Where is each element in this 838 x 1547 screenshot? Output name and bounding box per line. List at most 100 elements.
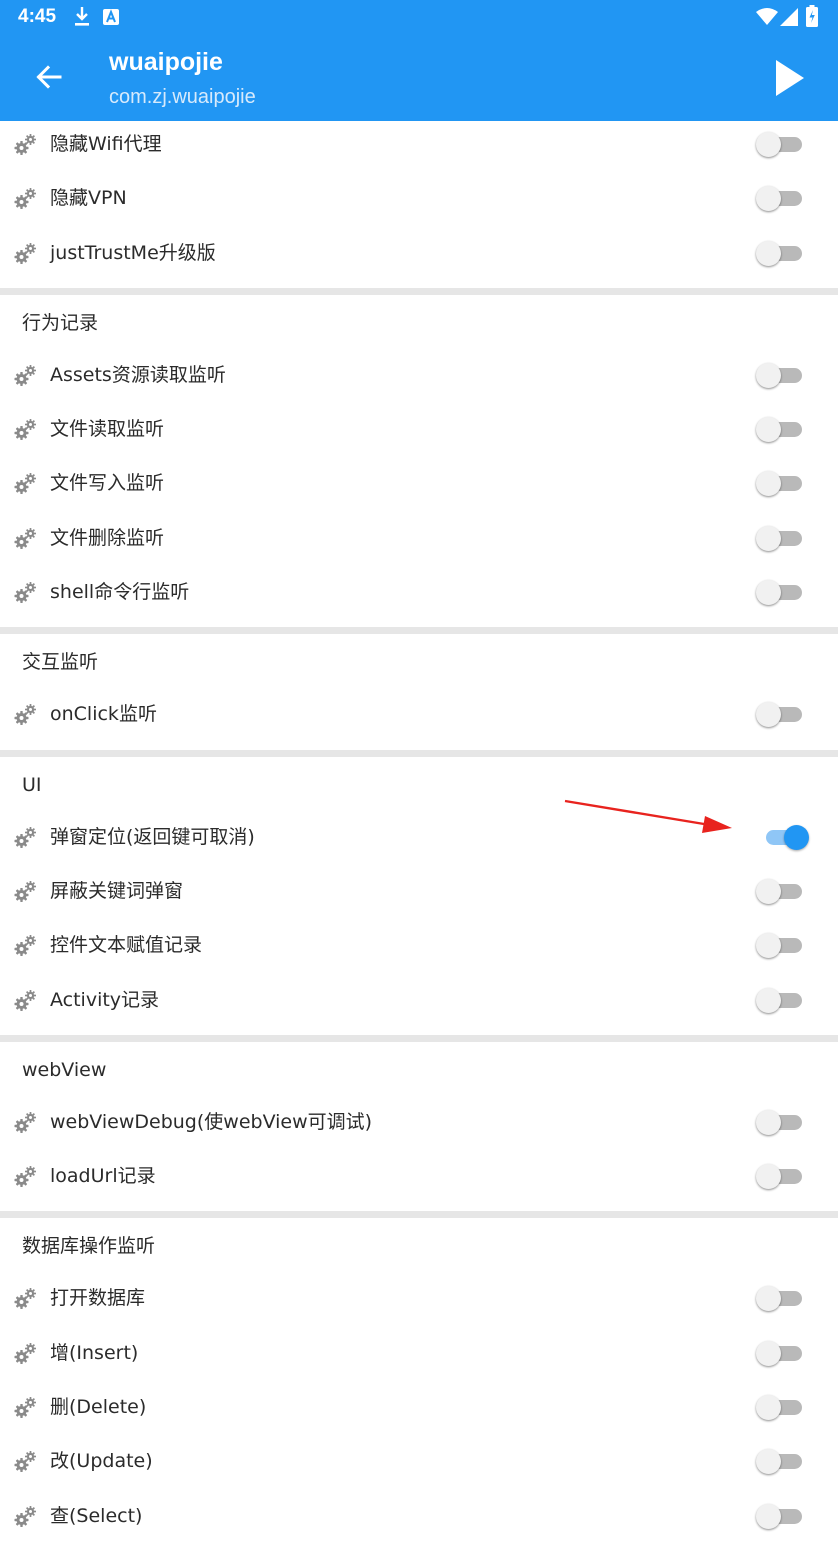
gear-icon[interactable]	[13, 242, 37, 266]
gear-icon[interactable]	[13, 472, 37, 496]
setting-label: 文件写入监听	[50, 472, 165, 495]
toggle-switch[interactable]	[756, 1163, 804, 1190]
setting-label: 改(Update)	[50, 1450, 153, 1473]
setting-row[interactable]: 文件写入监听	[0, 460, 838, 514]
toggle-switch[interactable]	[756, 131, 804, 157]
toggle-switch[interactable]	[756, 362, 804, 388]
gear-icon[interactable]	[13, 1342, 37, 1366]
setting-row[interactable]: onClick监听	[0, 691, 838, 745]
gear-icon[interactable]	[13, 418, 37, 442]
setting-label: webViewDebug(使webView可调试)	[50, 1110, 373, 1133]
toggle-switch[interactable]	[756, 1448, 804, 1475]
setting-row[interactable]: 隐藏Wifi代理	[0, 121, 838, 175]
switch-thumb	[756, 186, 781, 212]
gear-icon[interactable]	[13, 133, 37, 157]
toggle-switch[interactable]	[756, 525, 804, 551]
gear-icon[interactable]	[13, 581, 37, 605]
toggle-switch[interactable]	[756, 987, 804, 1013]
gear-icon[interactable]	[13, 934, 37, 958]
setting-row[interactable]: Activity记录	[0, 977, 838, 1031]
switch-thumb	[756, 1503, 781, 1529]
download-icon	[75, 7, 89, 26]
section-divider	[0, 1034, 838, 1042]
setting-row[interactable]: 文件删除监听	[0, 515, 838, 569]
gear-icon[interactable]	[13, 1396, 37, 1420]
section-divider	[0, 1211, 838, 1219]
setting-row[interactable]: 删(Delete)	[0, 1384, 838, 1438]
signal-icon	[780, 8, 798, 26]
status-bar: 4:45	[0, 0, 838, 36]
section-header: UI	[22, 773, 42, 796]
toggle-switch[interactable]	[756, 579, 804, 606]
settings-list: 隐藏Wifi代理隐藏VPN justTrustMe升级版行为记录 Assets资源读…	[0, 121, 838, 1547]
toggle-switch[interactable]	[756, 1394, 804, 1421]
toggle-switch[interactable]	[756, 1340, 804, 1366]
switch-thumb	[756, 1109, 781, 1135]
gear-icon[interactable]	[13, 703, 37, 727]
setting-row[interactable]: 控件文本赋值记录	[0, 922, 838, 976]
toggle-switch[interactable]	[756, 185, 804, 212]
setting-row[interactable]: shell命令行监听	[0, 569, 838, 623]
toggle-switch[interactable]	[756, 932, 804, 959]
setting-label: shell命令行监听	[50, 581, 190, 604]
setting-row[interactable]: justTrustMe升级版	[0, 230, 838, 284]
setting-row[interactable]: 文件读取监听	[0, 406, 838, 460]
setting-label: Activity记录	[50, 988, 160, 1011]
setting-row[interactable]: 查(Select)	[0, 1493, 838, 1547]
gear-icon[interactable]	[13, 880, 37, 904]
switch-thumb	[756, 525, 781, 551]
toggle-switch[interactable]	[756, 1109, 804, 1135]
switch-thumb	[756, 471, 781, 497]
setting-label: onClick监听	[50, 703, 157, 726]
switch-thumb	[756, 878, 781, 904]
setting-row[interactable]: 改(Update)	[0, 1438, 838, 1492]
toggle-switch[interactable]	[756, 701, 804, 728]
setting-row[interactable]: 弹窗定位(返回键可取消)	[0, 814, 838, 868]
setting-label: 隐藏Wifi代理	[50, 133, 162, 155]
section-divider	[0, 287, 838, 295]
switch-thumb	[756, 1340, 781, 1366]
app-bar: wuaipojie com.zj.wuaipojie	[0, 36, 838, 121]
setting-row[interactable]: 打开数据库	[0, 1275, 838, 1329]
gear-icon[interactable]	[13, 1505, 37, 1529]
section-divider	[0, 749, 838, 757]
gear-icon[interactable]	[13, 989, 37, 1013]
gear-icon[interactable]	[13, 527, 37, 551]
setting-label: 查(Select)	[50, 1504, 143, 1527]
gear-icon[interactable]	[13, 826, 37, 850]
toggle-switch[interactable]	[756, 1503, 804, 1529]
toggle-switch[interactable]	[756, 240, 804, 266]
toggle-switch[interactable]	[756, 1285, 804, 1312]
switch-thumb	[756, 933, 781, 959]
section-header: webView	[22, 1058, 107, 1081]
gear-icon[interactable]	[13, 1287, 37, 1311]
switch-thumb	[784, 824, 809, 850]
setting-row[interactable]: webViewDebug(使webView可调试)	[0, 1099, 838, 1153]
section-header: 行为记录	[22, 311, 99, 334]
gear-icon[interactable]	[13, 1450, 37, 1474]
setting-row[interactable]: Assets资源读取监听	[0, 352, 838, 406]
gear-icon[interactable]	[13, 1111, 37, 1135]
setting-row[interactable]: 增(Insert)	[0, 1330, 838, 1384]
setting-label: 打开数据库	[50, 1287, 146, 1310]
gear-icon[interactable]	[13, 187, 37, 211]
section-divider	[0, 627, 838, 635]
setting-label: justTrustMe升级版	[50, 241, 216, 264]
setting-row[interactable]: 屏蔽关键词弹窗	[0, 868, 838, 922]
play-icon[interactable]	[770, 56, 810, 100]
setting-label: 弹窗定位(返回键可取消)	[50, 825, 255, 848]
setting-row[interactable]: 隐藏VPN	[0, 175, 838, 229]
toggle-switch[interactable]	[756, 470, 804, 497]
gear-icon[interactable]	[13, 364, 37, 388]
switch-thumb	[756, 417, 781, 443]
setting-label: 删(Delete)	[50, 1396, 147, 1419]
arrow-back-icon[interactable]	[30, 58, 68, 96]
setting-label: 控件文本赋值记录	[50, 934, 203, 957]
switch-thumb	[756, 1286, 781, 1312]
toggle-switch[interactable]	[756, 878, 804, 904]
toggle-switch[interactable]	[756, 416, 804, 443]
gear-icon[interactable]	[13, 1165, 37, 1189]
toggle-switch[interactable]	[756, 824, 809, 850]
setting-label: 增(Insert)	[50, 1341, 139, 1364]
setting-row[interactable]: loadUrl记录	[0, 1153, 838, 1207]
